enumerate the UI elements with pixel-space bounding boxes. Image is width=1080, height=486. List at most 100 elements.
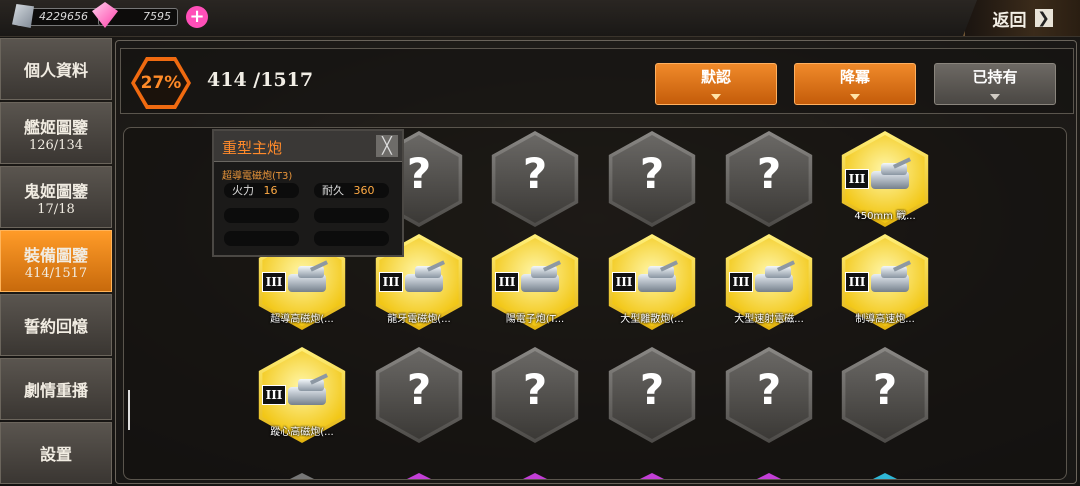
- equipment-tooltip: 重型主炮 ╳ 超導電磁炮(T3) 火力 16 耐久 360: [212, 129, 404, 257]
- equipment-slot[interactable]: ?: [721, 131, 817, 227]
- tooltip-subtitle: 超導電磁炮(T3): [222, 171, 293, 182]
- next-row-slot-edge: [873, 473, 897, 479]
- stat-firepower: 火力 16: [224, 183, 299, 198]
- equipment-slot[interactable]: ?: [837, 347, 933, 443]
- close-icon[interactable]: ╳: [376, 135, 398, 157]
- next-row-slot-edge: [757, 473, 781, 479]
- equipment-slot[interactable]: III 蹤心高磁炮(...: [254, 347, 350, 443]
- sidebar-item-label: 艦姬圖鑒: [23, 117, 88, 137]
- sort-default-label: 默認: [700, 68, 731, 86]
- stat-empty: [224, 208, 299, 223]
- sidebar-item-label: 鬼姬圖鑒: [23, 181, 88, 201]
- unknown-mark: ?: [756, 365, 782, 414]
- equipment-slot[interactable]: III 大型離散炮(...: [604, 234, 700, 330]
- equipment-slot[interactable]: III 陽電子炮(T...: [487, 234, 583, 330]
- equipment-name: 超導高磁炮(...: [270, 314, 334, 325]
- next-row-slot-edge: [290, 473, 314, 479]
- equipment-slot[interactable]: III 制導高速炮...: [837, 234, 933, 330]
- collection-header: 27% 414 /1517 默認 降冪 已持有: [120, 48, 1074, 114]
- back-label: 返回: [992, 10, 1027, 31]
- rank-badge: III: [262, 272, 286, 292]
- unknown-mark: ?: [406, 365, 432, 414]
- stat-empty: [224, 231, 299, 246]
- sidebar-item-6[interactable]: 設置: [0, 422, 112, 484]
- equipment-name: 制導高速炮...: [855, 314, 915, 325]
- sidebar-item-4[interactable]: 誓約回憶: [0, 294, 112, 356]
- rank-badge: III: [612, 272, 636, 292]
- equipment-name: 陽電子炮(T...: [505, 314, 565, 325]
- dropdown-arrow-icon: [850, 94, 860, 100]
- stat-value: 360: [353, 184, 375, 197]
- cannon-icon: [636, 260, 679, 296]
- rank-badge: III: [845, 169, 869, 189]
- stat-durability: 耐久 360: [314, 183, 389, 198]
- sidebar-item-count: 126/134: [28, 137, 83, 153]
- completion-badge: 27%: [131, 57, 191, 109]
- sidebar-item-count: 414/1517: [24, 265, 88, 281]
- iron-icon: [12, 4, 34, 28]
- dropdown-arrow-icon: [711, 94, 721, 100]
- cannon-icon: [286, 373, 329, 409]
- sidebar-item-label: 設置: [39, 445, 72, 464]
- unknown-mark: ?: [639, 365, 665, 414]
- rank-badge: III: [379, 272, 403, 292]
- collection-count: 414 /1517: [207, 69, 314, 91]
- sidebar-item-label: 裝備圖鑒: [23, 245, 88, 265]
- equipment-slot[interactable]: ?: [721, 347, 817, 443]
- back-button[interactable]: 返回 ❯: [963, 0, 1080, 36]
- equipment-slot[interactable]: ?: [604, 347, 700, 443]
- sidebar-item-label: 誓約回憶: [23, 317, 88, 336]
- cannon-icon: [753, 260, 796, 296]
- equipment-slot[interactable]: ?: [487, 347, 583, 443]
- equipment-slot[interactable]: ?: [371, 347, 467, 443]
- sidebar-item-count: 17/18: [37, 201, 75, 217]
- unknown-mark: ?: [872, 365, 898, 414]
- next-row-slot-edge: [640, 473, 664, 479]
- next-row-slot-edge: [407, 473, 431, 479]
- cannon-icon: [286, 260, 329, 296]
- rank-badge: III: [495, 272, 519, 292]
- chevron-right-icon: ❯: [1034, 9, 1053, 27]
- cannon-icon: [519, 260, 562, 296]
- cannon-icon: [869, 260, 912, 296]
- equipment-slot[interactable]: III 大型速射電磁...: [721, 234, 817, 330]
- sidebar-item-2[interactable]: 鬼姬圖鑒 17/18: [0, 166, 112, 228]
- owned-filter-button[interactable]: 已持有: [934, 63, 1056, 105]
- unknown-mark: ?: [639, 149, 665, 198]
- sidebar-item-1[interactable]: 艦姬圖鑒 126/134: [0, 102, 112, 164]
- stat-label: 火力: [232, 184, 254, 197]
- stat-empty: [314, 231, 389, 246]
- equipment-name: 蹤心高磁炮(...: [270, 427, 334, 438]
- scrollbar[interactable]: [128, 390, 130, 430]
- completion-percent: 27%: [135, 61, 187, 105]
- sort-descending-label: 降冪: [839, 68, 870, 86]
- rank-badge: III: [262, 385, 286, 405]
- iron-resource: 4229656: [12, 4, 102, 28]
- equipment-name: 龍牙電磁炮(...: [387, 314, 451, 325]
- stat-empty: [314, 208, 389, 223]
- sidebar-item-0[interactable]: 個人資料: [0, 38, 112, 100]
- sidebar-item-label: 劇情重播: [23, 381, 88, 400]
- unknown-mark: ?: [522, 365, 548, 414]
- equipment-slot[interactable]: III 450mm 戰...: [837, 131, 933, 227]
- sidebar: 個人資料 艦姬圖鑒 126/134 鬼姬圖鑒 17/18 裝備圖鑒 414/1517 誓約回憶…: [0, 38, 112, 486]
- sort-descending-button[interactable]: 降冪: [794, 63, 916, 105]
- sidebar-item-label: 個人資料: [23, 61, 88, 80]
- sort-default-button[interactable]: 默認: [655, 63, 777, 105]
- rank-badge: III: [845, 272, 869, 292]
- owned-filter-label: 已持有: [972, 68, 1018, 86]
- equipment-name: 450mm 戰...: [854, 211, 916, 222]
- dropdown-arrow-icon: [990, 94, 1000, 100]
- stat-label: 耐久: [322, 184, 344, 197]
- equipment-name: 大型速射電磁...: [734, 314, 804, 325]
- next-row-slot-edge: [523, 473, 547, 479]
- unknown-mark: ?: [522, 149, 548, 198]
- cannon-icon: [403, 260, 446, 296]
- tooltip-title: 重型主炮: [222, 139, 283, 157]
- add-gems-button[interactable]: +: [186, 6, 208, 28]
- equipment-slot[interactable]: ?: [604, 131, 700, 227]
- top-bar: 4229656 7595 + 返回 ❯: [0, 0, 1080, 37]
- sidebar-item-3[interactable]: 裝備圖鑒 414/1517: [0, 230, 112, 292]
- equipment-slot[interactable]: ?: [487, 131, 583, 227]
- sidebar-item-5[interactable]: 劇情重播: [0, 358, 112, 420]
